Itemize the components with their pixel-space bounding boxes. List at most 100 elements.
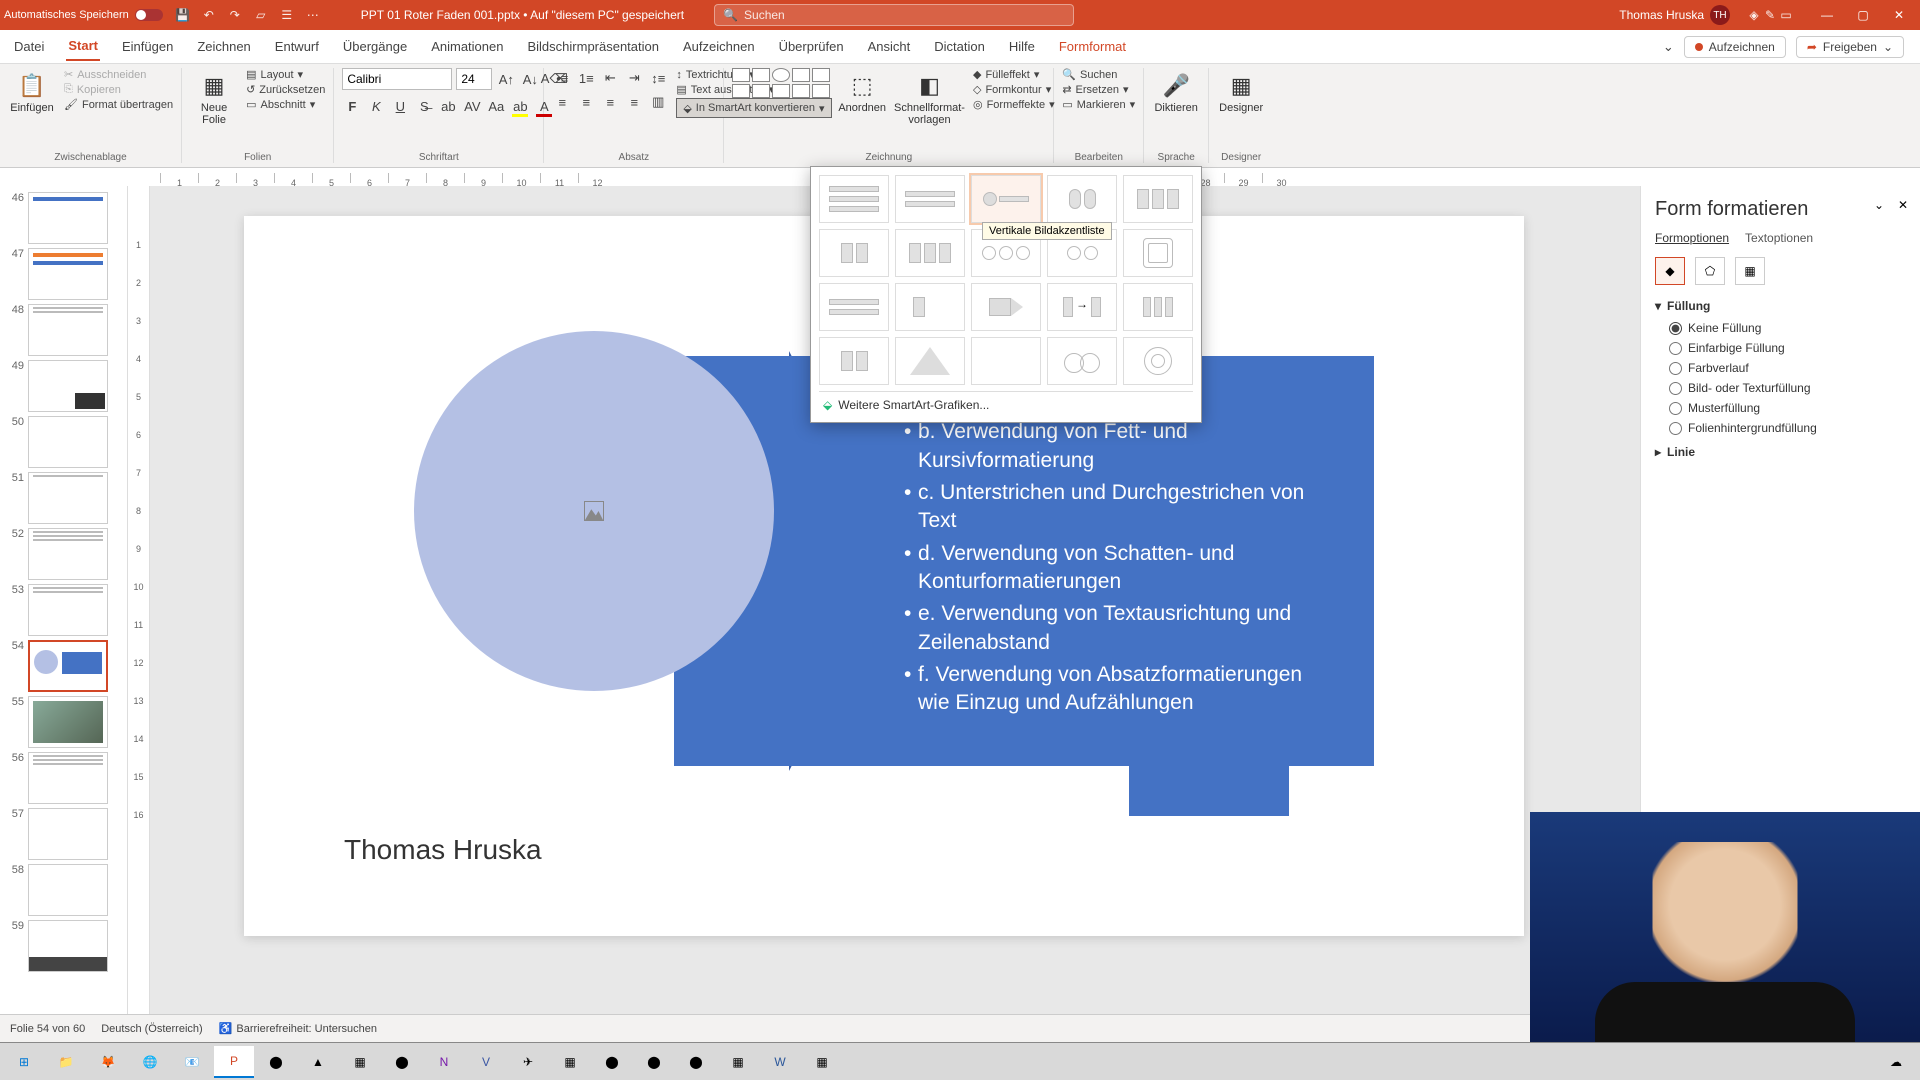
start-button[interactable]: ⊞ (4, 1046, 44, 1078)
tab-bildschirm[interactable]: Bildschirmpräsentation (525, 33, 661, 60)
search-box[interactable]: 🔍 (714, 4, 1074, 26)
shape-tri-icon[interactable] (812, 68, 830, 82)
accessibility-button[interactable]: ♿ Barrierefreiheit: Untersuchen (219, 1022, 377, 1035)
smartart-option[interactable]: → (1047, 283, 1117, 331)
italic-icon[interactable]: K (366, 96, 386, 116)
autosave-toggle[interactable]: Automatisches Speichern (4, 9, 163, 21)
radio-pattern[interactable] (1669, 402, 1682, 415)
align-left-icon[interactable]: ≡ (552, 92, 572, 112)
find-button[interactable]: 🔍 Suchen (1062, 68, 1135, 81)
radio-gradient[interactable] (1669, 362, 1682, 375)
thumbnail[interactable] (28, 248, 108, 300)
smartart-option[interactable] (971, 337, 1041, 385)
tab-datei[interactable]: Datei (12, 33, 46, 60)
smartart-option[interactable] (971, 283, 1041, 331)
fill-option[interactable]: Musterfüllung (1669, 401, 1906, 415)
slide-canvas-area[interactable]: 1 2 3 4 5 6 7 8 9 10 11 12 13 14 15 16 S… (128, 186, 1640, 1014)
spacing-icon[interactable]: AV (462, 96, 482, 116)
shape-brace2-icon[interactable] (772, 84, 790, 98)
taskbar-outlook-icon[interactable]: 📧 (172, 1046, 212, 1078)
radio-slide-bg[interactable] (1669, 422, 1682, 435)
effects-category-icon[interactable]: ⬠ (1695, 257, 1725, 285)
smartart-option[interactable] (1123, 175, 1193, 223)
taskbar-app-icon[interactable]: ⬤ (676, 1046, 716, 1078)
copy-button[interactable]: ⎘Kopieren (64, 83, 173, 96)
tab-zeichnen[interactable]: Zeichnen (195, 33, 252, 60)
diamond-icon[interactable]: ◈ (1746, 7, 1762, 23)
grow-font-icon[interactable]: A↑ (496, 69, 516, 89)
vertical-ruler[interactable]: 1 2 3 4 5 6 7 8 9 10 11 12 13 14 15 16 (128, 186, 150, 1014)
smartart-option[interactable] (1123, 229, 1193, 277)
smartart-option[interactable] (895, 175, 965, 223)
fill-option[interactable]: Einfarbige Füllung (1669, 341, 1906, 355)
taskbar-app-icon[interactable]: ⬤ (256, 1046, 296, 1078)
pane-tab-text[interactable]: Textoptionen (1745, 231, 1813, 245)
more-smartart-link[interactable]: ⬙Weitere SmartArt-Grafiken... (819, 391, 1193, 414)
tab-hilfe[interactable]: Hilfe (1007, 33, 1037, 60)
size-category-icon[interactable]: ▦ (1735, 257, 1765, 285)
shrink-font-icon[interactable]: A↓ (520, 69, 540, 89)
shape-arrow-icon[interactable] (792, 68, 810, 82)
slide-thumbnails[interactable]: 46 47 48 49 50 51 52 53 54 55 56 57 58 5… (0, 186, 128, 1014)
smartart-option[interactable] (1123, 283, 1193, 331)
align-right-icon[interactable]: ≡ (600, 92, 620, 112)
close-button[interactable]: ✕ (1882, 5, 1916, 25)
taskbar-explorer-icon[interactable]: 📁 (46, 1046, 86, 1078)
fill-effect-button[interactable]: ◆ Fülleffekt ▾ (973, 68, 1055, 81)
radio-no-fill[interactable] (1669, 322, 1682, 335)
shape-star-icon[interactable] (792, 84, 810, 98)
reset-button[interactable]: ↺Zurücksetzen (246, 83, 325, 96)
tab-uebergaenge[interactable]: Übergänge (341, 33, 409, 60)
form-outline-button[interactable]: ◇ Formkontur ▾ (973, 83, 1055, 96)
language-indicator[interactable]: Deutsch (Österreich) (101, 1023, 202, 1035)
indent-dec-icon[interactable]: ⇤ (600, 68, 620, 88)
fill-section-header[interactable]: ▾ Füllung (1655, 299, 1906, 313)
coming-soon-icon[interactable]: ✎ (1762, 7, 1778, 23)
cut-button[interactable]: ✂Ausschneiden (64, 68, 173, 81)
thumbnail-selected[interactable] (28, 640, 108, 692)
fill-option[interactable]: Keine Füllung (1669, 321, 1906, 335)
columns-icon[interactable]: ▥ (648, 92, 668, 112)
select-button[interactable]: ▭ Markieren ▾ (1062, 98, 1135, 111)
tab-einfuegen[interactable]: Einfügen (120, 33, 175, 60)
thumbnail[interactable] (28, 360, 108, 412)
redo-icon[interactable]: ↷ (227, 7, 243, 23)
tab-animationen[interactable]: Animationen (429, 33, 505, 60)
tab-formformat[interactable]: Formformat (1057, 33, 1128, 60)
taskbar-app-icon[interactable]: ▦ (550, 1046, 590, 1078)
shadow-icon[interactable]: ab (438, 96, 458, 116)
author-text[interactable]: Thomas Hruska (344, 834, 542, 866)
strike-icon[interactable]: S̶ (414, 96, 434, 116)
shape-oval-icon[interactable] (772, 68, 790, 82)
tab-start[interactable]: Start (66, 32, 100, 61)
touch-mode-icon[interactable]: ☰ (279, 7, 295, 23)
taskbar-app-icon[interactable]: ⬤ (382, 1046, 422, 1078)
taskbar-app-icon[interactable]: ⬤ (592, 1046, 632, 1078)
taskbar-telegram-icon[interactable]: ✈ (508, 1046, 548, 1078)
maximize-button[interactable]: ▢ (1846, 5, 1880, 25)
smartart-option[interactable] (895, 283, 965, 331)
shape-rect-icon[interactable] (752, 68, 770, 82)
share-button[interactable]: ➦Freigeben⌄ (1796, 36, 1904, 58)
taskbar-chrome-icon[interactable]: 🌐 (130, 1046, 170, 1078)
taskbar-word-icon[interactable]: W (760, 1046, 800, 1078)
fill-category-icon[interactable]: ◆ (1655, 257, 1685, 285)
justify-icon[interactable]: ≡ (624, 92, 644, 112)
line-spacing-icon[interactable]: ↕≡ (648, 68, 668, 88)
format-painter-button[interactable]: 🖌Format übertragen (64, 98, 173, 111)
taskbar-vlc-icon[interactable]: ▲ (298, 1046, 338, 1078)
document-title[interactable]: PPT 01 Roter Faden 001.pptx • Auf "diese… (361, 8, 684, 22)
thumbnail[interactable] (28, 416, 108, 468)
taskbar-app-icon[interactable]: ⬤ (634, 1046, 674, 1078)
smartart-option[interactable] (1047, 175, 1117, 223)
windows-taskbar[interactable]: ⊞ 📁 🦊 🌐 📧 P ⬤ ▲ ▦ ⬤ N V ✈ ▦ ⬤ ⬤ ⬤ ▦ W ▦ … (0, 1042, 1920, 1080)
thumbnail[interactable] (28, 752, 108, 804)
record-button[interactable]: Aufzeichnen (1684, 36, 1786, 58)
align-center-icon[interactable]: ≡ (576, 92, 596, 112)
radio-solid[interactable] (1669, 342, 1682, 355)
smartart-option[interactable] (819, 229, 889, 277)
tab-dictation[interactable]: Dictation (932, 33, 987, 60)
quick-styles-button[interactable]: ◧Schnellformat-vorlagen (894, 68, 965, 126)
tab-aufzeichnen[interactable]: Aufzeichnen (681, 33, 757, 60)
dictate-button[interactable]: 🎤Diktieren (1152, 68, 1200, 114)
